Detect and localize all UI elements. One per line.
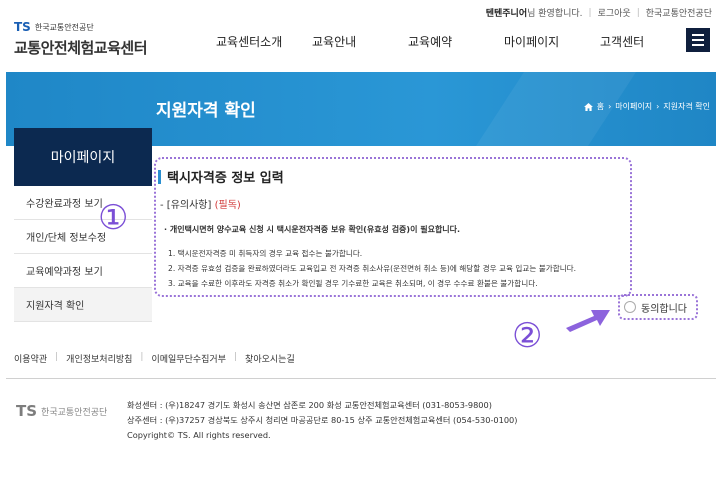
agree-label[interactable]: 동의합니다 bbox=[641, 300, 687, 315]
footer-logo-org: 한국교통안전공단 bbox=[41, 407, 108, 418]
footer-address-sangju: 상주센터 : (우)37257 경상북도 상주시 청리면 마공공단로 80-15… bbox=[127, 415, 518, 425]
main-nav: 교육센터소개 교육안내 교육예약 마이페이지 고객센터 bbox=[216, 33, 696, 50]
welcome-text: 텐텐주니어님 환영합니다. bbox=[485, 9, 583, 19]
breadcrumb: 홈 › 마이페이지 › 지원자격 확인 bbox=[583, 101, 710, 112]
annotation-marker-2: ② bbox=[512, 316, 543, 356]
notice-item: 1. 택시운전자격증 미 취득자의 경우 교육 접수는 불가합니다. bbox=[168, 249, 363, 258]
sidebar-item-completed-courses[interactable]: 수강완료과정 보기 bbox=[14, 186, 152, 220]
logo-ts: TS bbox=[14, 20, 31, 34]
hamburger-menu-icon[interactable] bbox=[686, 28, 710, 52]
notice-item: 2. 자격증 유효성 검증을 완료하였더라도 교육입교 전 자격증 취소사유(운… bbox=[168, 264, 577, 273]
divider: | bbox=[140, 352, 144, 362]
footer-logo-ts: TS bbox=[16, 402, 38, 420]
divider: | bbox=[234, 352, 238, 362]
divider: | bbox=[636, 7, 640, 18]
center-name: 교통안전체험교육센터 bbox=[14, 39, 148, 57]
required-label: (필독) bbox=[214, 200, 241, 211]
footer-info: 화성센터 : (우)18247 경기도 화성시 송산면 삼존로 200 화성 교… bbox=[127, 398, 517, 443]
logout-link[interactable]: 로그아웃 bbox=[598, 6, 631, 19]
nav-education[interactable]: 교육안내 bbox=[312, 33, 408, 50]
notice-list: 1. 택시운전자격증 미 취득자의 경우 교육 접수는 불가합니다. 2. 자격… bbox=[168, 246, 634, 291]
agree-highlight-box: 동의합니다 bbox=[618, 294, 698, 320]
chevron-right-icon: › bbox=[608, 102, 612, 111]
breadcrumb-current: 지원자격 확인 bbox=[663, 102, 710, 111]
notice-item: 3. 교육을 수료한 이후라도 자격증 취소가 확인될 경우 기수료한 교육은 … bbox=[168, 279, 538, 288]
title-bar-accent bbox=[158, 169, 161, 184]
divider: | bbox=[55, 352, 59, 362]
nav-reservation[interactable]: 교육예약 bbox=[408, 33, 504, 50]
notice-intro: · 개인택시면허 양수교육 신청 시 택시운전자격증 보유 확인(유효성 검증)… bbox=[164, 224, 634, 235]
footer-link-privacy[interactable]: 개인정보처리방침 bbox=[66, 352, 132, 365]
site-logo[interactable]: TS 한국교통안전공단 교통안전체험교육센터 bbox=[14, 16, 148, 58]
notice-intro-text: 개인택시면허 양수교육 신청 시 택시운전자격증 보유 확인(유효성 검증)이 … bbox=[169, 225, 461, 234]
logo-org: 한국교통안전공단 bbox=[34, 22, 94, 32]
page-title: 지원자격 확인 bbox=[156, 101, 256, 121]
sidebar-item-edit-info[interactable]: 개인/단체 정보수정 bbox=[14, 220, 152, 254]
chevron-right-icon: › bbox=[656, 102, 660, 111]
agree-radio[interactable] bbox=[624, 301, 636, 313]
footer-link-directions[interactable]: 찾아오시는길 bbox=[245, 352, 295, 365]
sidebar-title: 마이페이지 bbox=[14, 128, 152, 186]
bullet: - bbox=[160, 200, 167, 211]
footer-logo: TS 한국교통안전공단 bbox=[16, 402, 107, 420]
breadcrumb-mypage[interactable]: 마이페이지 bbox=[615, 101, 652, 112]
org-link[interactable]: 한국교통안전공단 bbox=[646, 6, 712, 19]
nav-support[interactable]: 고객센터 bbox=[600, 33, 696, 50]
sidebar-item-qualification-check[interactable]: 지원자격 확인 bbox=[14, 288, 152, 322]
copyright: Copyright© TS. All rights reserved. bbox=[127, 430, 271, 440]
annotation-marker-1: ① bbox=[98, 198, 129, 238]
breadcrumb-home[interactable]: 홈 bbox=[597, 101, 604, 112]
arrow-icon bbox=[566, 310, 610, 332]
footer-divider bbox=[6, 378, 716, 379]
footer-link-terms[interactable]: 이용약관 bbox=[14, 352, 47, 365]
sidebar-item-reserved-courses[interactable]: 교육예약과정 보기 bbox=[14, 254, 152, 288]
notice-heading: - [유의사항] (필독) bbox=[160, 196, 241, 211]
logo-mark: TS 한국교통안전공단 bbox=[14, 20, 94, 34]
footer-address-hwaseong: 화성센터 : (우)18247 경기도 화성시 송산면 삼존로 200 화성 교… bbox=[127, 400, 492, 410]
nav-about[interactable]: 교육센터소개 bbox=[216, 33, 312, 50]
footer-link-email-policy[interactable]: 이메일무단수집거부 bbox=[151, 352, 226, 365]
section-title: 택시자격증 정보 입력 bbox=[158, 167, 284, 186]
section-title-text: 택시자격증 정보 입력 bbox=[167, 171, 284, 186]
nav-mypage[interactable]: 마이페이지 bbox=[504, 33, 600, 50]
divider: | bbox=[588, 7, 592, 18]
utility-bar: 텐텐주니어님 환영합니다. | 로그아웃 | 한국교통안전공단 bbox=[485, 6, 712, 20]
home-icon[interactable] bbox=[583, 102, 593, 111]
notice-head-text: [유의사항] bbox=[166, 200, 212, 211]
sidebar-menu: 수강완료과정 보기 개인/단체 정보수정 교육예약과정 보기 지원자격 확인 bbox=[14, 186, 152, 322]
footer-links: 이용약관 | 개인정보처리방침 | 이메일무단수집거부 | 찾아오시는길 bbox=[14, 352, 295, 365]
